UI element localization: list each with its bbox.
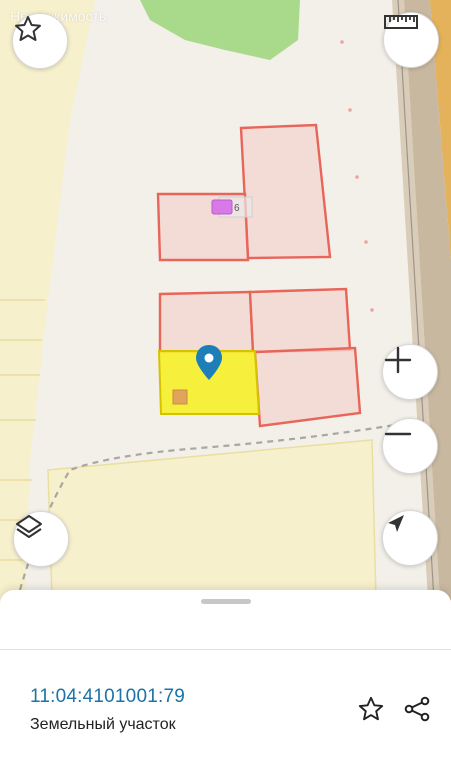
map-view[interactable]: 6 Недвижимость	[0, 0, 451, 600]
navigation-arrow-icon	[388, 515, 404, 532]
parcel[interactable]	[253, 346, 362, 428]
zoom-out-button[interactable]	[382, 418, 438, 474]
ruler-button[interactable]	[383, 12, 439, 68]
layers-button[interactable]	[13, 511, 69, 567]
parcel[interactable]	[248, 287, 352, 354]
star-icon	[15, 16, 41, 41]
sheet-favorite-button[interactable]	[356, 694, 386, 724]
minus-icon	[384, 432, 412, 436]
building-badge[interactable]: 6	[211, 196, 253, 218]
info-bottom-sheet[interactable]: 11:04:4101001:79 Земельный участок	[0, 590, 451, 768]
map-canvas[interactable]: 6	[0, 0, 451, 600]
star-outline-icon	[358, 696, 384, 721]
locate-button[interactable]	[382, 510, 438, 566]
share-icon	[404, 696, 430, 722]
sheet-grab-handle[interactable]	[201, 599, 251, 604]
building-badge-label: 6	[234, 203, 240, 214]
parcel[interactable]	[158, 290, 255, 354]
favorite-button[interactable]	[12, 13, 68, 69]
building-footprint	[172, 389, 188, 405]
cadastral-number[interactable]: 11:04:4101001:79	[30, 686, 185, 708]
zoom-in-button[interactable]	[382, 344, 438, 400]
plus-icon	[384, 346, 412, 374]
parcel-type-label: Земельный участок	[30, 716, 176, 733]
layers-icon	[16, 515, 42, 538]
sheet-divider	[0, 649, 451, 650]
share-button[interactable]	[402, 694, 432, 724]
ruler-icon	[384, 15, 418, 29]
parcel[interactable]	[239, 123, 332, 260]
